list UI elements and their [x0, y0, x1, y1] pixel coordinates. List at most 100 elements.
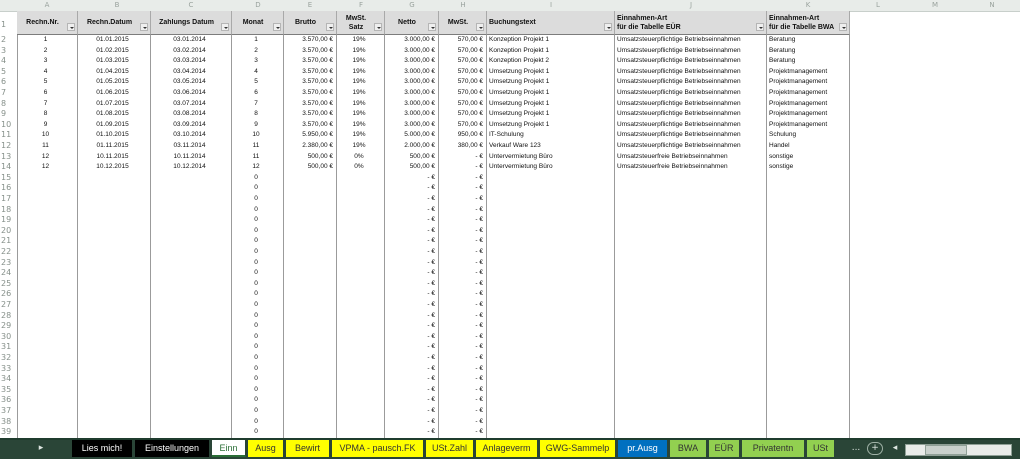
cell-einnahmen-bwa[interactable]: Projektmanagement — [767, 67, 848, 78]
cell-mwst-satz[interactable]: 19% — [337, 35, 381, 46]
tab-eür[interactable]: EÜR — [709, 440, 740, 457]
cell-zahlungs-datum[interactable]: 03.02.2014 — [151, 46, 228, 57]
cell-monat-empty[interactable]: 0 — [232, 395, 280, 406]
tab-pr-ausg[interactable]: pr.Ausg — [618, 440, 668, 457]
cell-netto-empty[interactable]: - € — [385, 194, 438, 205]
cell-monat-empty[interactable]: 0 — [232, 226, 280, 237]
cell-mwst-empty[interactable]: - € — [439, 226, 486, 237]
row-number[interactable]: 23 — [0, 258, 13, 269]
cell-monat-empty[interactable]: 0 — [232, 332, 280, 343]
cell-einnahmen-bwa[interactable]: Projektmanagement — [767, 99, 848, 110]
cell-netto-empty[interactable]: - € — [385, 364, 438, 375]
cell-monat[interactable]: 10 — [232, 130, 280, 141]
cell-zahlungs-datum[interactable]: 03.11.2014 — [151, 141, 228, 152]
cell-mwst[interactable]: 380,00 € — [439, 141, 486, 152]
cell-brutto[interactable]: 500,00 € — [284, 162, 336, 173]
cell-rechn-nr[interactable]: 3 — [17, 56, 74, 67]
tab-einn[interactable]: Einn — [212, 440, 246, 457]
cell-einnahmen-bwa[interactable]: Beratung — [767, 35, 848, 46]
cell-mwst-empty[interactable]: - € — [439, 417, 486, 428]
cell-rechn-datum[interactable]: 10.12.2015 — [78, 162, 147, 173]
cell-mwst-satz[interactable]: 19% — [337, 109, 381, 120]
row-number[interactable]: 27 — [0, 300, 13, 311]
cell-rechn-nr[interactable]: 4 — [17, 67, 74, 78]
cell-monat-empty[interactable]: 0 — [232, 300, 280, 311]
cell-mwst-empty[interactable]: - € — [439, 385, 486, 396]
cell-mwst-satz[interactable]: 19% — [337, 46, 381, 57]
cell-monat-empty[interactable]: 0 — [232, 247, 280, 258]
cell-mwst[interactable]: 570,00 € — [439, 99, 486, 110]
tab-ust[interactable]: USt — [807, 440, 835, 457]
cell-rechn-datum[interactable]: 01.04.2015 — [78, 67, 147, 78]
cell-zahlungs-datum[interactable]: 03.05.2014 — [151, 77, 228, 88]
cell-einnahmen-eur[interactable]: Umsatzsteuerpflichtige Betriebseinnahmen — [615, 109, 765, 120]
cell-monat[interactable]: 11 — [232, 152, 280, 163]
cell-rechn-nr[interactable]: 7 — [17, 99, 74, 110]
cell-netto[interactable]: 2.000,00 € — [385, 141, 438, 152]
cell-netto-empty[interactable]: - € — [385, 205, 438, 216]
cell-einnahmen-bwa[interactable]: Beratung — [767, 56, 848, 67]
cell-mwst-empty[interactable]: - € — [439, 236, 486, 247]
cell-zahlungs-datum[interactable]: 03.04.2014 — [151, 67, 228, 78]
cell-mwst-empty[interactable]: - € — [439, 279, 486, 290]
cell-rechn-datum[interactable]: 01.11.2015 — [78, 141, 147, 152]
cell-monat[interactable]: 9 — [232, 120, 280, 131]
column-letter[interactable]: C — [181, 0, 201, 11]
cell-buchungstext[interactable]: Umsetzung Projekt 1 — [487, 77, 613, 88]
cell-monat-empty[interactable]: 0 — [232, 342, 280, 353]
cell-netto[interactable]: 5.000,00 € — [385, 130, 438, 141]
tab-lies-mich[interactable]: Lies mich! — [72, 440, 133, 457]
cell-mwst-satz[interactable]: 19% — [337, 67, 381, 78]
tab-vpma-pausch-fk[interactable]: VPMA - pausch.FK — [332, 440, 424, 457]
cell-buchungstext[interactable]: Konzeption Projekt 1 — [487, 46, 613, 57]
cell-rechn-nr[interactable]: 1 — [17, 35, 74, 46]
cell-einnahmen-bwa[interactable]: Projektmanagement — [767, 88, 848, 99]
cell-brutto[interactable]: 3.570,00 € — [284, 46, 336, 57]
cell-rechn-nr[interactable]: 2 — [17, 46, 74, 57]
row-number[interactable]: 18 — [0, 205, 13, 216]
cell-mwst[interactable]: - € — [439, 162, 486, 173]
cell-buchungstext[interactable]: IT-Schulung — [487, 130, 613, 141]
cell-mwst-satz[interactable]: 19% — [337, 88, 381, 99]
cell-netto[interactable]: 3.000,00 € — [385, 35, 438, 46]
tab-bwa[interactable]: BWA — [670, 440, 707, 457]
cell-mwst-empty[interactable]: - € — [439, 205, 486, 216]
cell-netto-empty[interactable]: - € — [385, 417, 438, 428]
cell-netto-empty[interactable]: - € — [385, 374, 438, 385]
cell-mwst-satz[interactable]: 0% — [337, 152, 381, 163]
cell-monat[interactable]: 7 — [232, 99, 280, 110]
filter-dropdown-icon[interactable] — [140, 23, 148, 31]
cell-netto[interactable]: 3.000,00 € — [385, 99, 438, 110]
cell-netto-empty[interactable]: - € — [385, 406, 438, 417]
cell-einnahmen-eur[interactable]: Umsatzsteuerpflichtige Betriebseinnahmen — [615, 99, 765, 110]
row-number[interactable]: 15 — [0, 173, 13, 184]
cell-netto[interactable]: 500,00 € — [385, 152, 438, 163]
cell-mwst-satz[interactable]: 0% — [337, 162, 381, 173]
cell-mwst-empty[interactable]: - € — [439, 183, 486, 194]
cell-rechn-datum[interactable]: 01.07.2015 — [78, 99, 147, 110]
cell-einnahmen-bwa[interactable]: Projektmanagement — [767, 120, 848, 131]
cell-einnahmen-bwa[interactable]: sonstige — [767, 162, 848, 173]
cell-einnahmen-eur[interactable]: Umsatzsteuerpflichtige Betriebseinnahmen — [615, 35, 765, 46]
cell-mwst-satz[interactable]: 19% — [337, 130, 381, 141]
cell-netto-empty[interactable]: - € — [385, 183, 438, 194]
cell-netto-empty[interactable]: - € — [385, 247, 438, 258]
cell-netto-empty[interactable]: - € — [385, 226, 438, 237]
cell-rechn-nr[interactable]: 5 — [17, 77, 74, 88]
column-letter[interactable]: N — [982, 0, 1002, 11]
tab-bewirt[interactable]: Bewirt — [286, 440, 330, 457]
worksheet-grid[interactable]: ABCDEFGHIJKLMN 1 2 3 4 5 6 7 8 9 10 11 12 13 14 15 16 17… — [0, 0, 1020, 438]
cell-rechn-nr[interactable]: 6 — [17, 88, 74, 99]
cell-einnahmen-eur[interactable]: Umsatzsteuerpflichtige Betriebseinnahmen — [615, 77, 765, 88]
cell-mwst-empty[interactable]: - € — [439, 353, 486, 364]
row-number[interactable]: 12 — [0, 141, 13, 152]
cell-mwst[interactable]: 570,00 € — [439, 120, 486, 131]
cell-rechn-datum[interactable]: 01.06.2015 — [78, 88, 147, 99]
column-letter[interactable]: D — [248, 0, 268, 11]
cell-mwst[interactable]: 570,00 € — [439, 67, 486, 78]
row-number[interactable]: 2 — [0, 35, 13, 46]
cell-netto-empty[interactable]: - € — [385, 332, 438, 343]
cell-buchungstext[interactable]: Konzeption Projekt 1 — [487, 35, 613, 46]
filter-dropdown-icon[interactable] — [374, 23, 382, 31]
row-number[interactable]: 36 — [0, 395, 13, 406]
